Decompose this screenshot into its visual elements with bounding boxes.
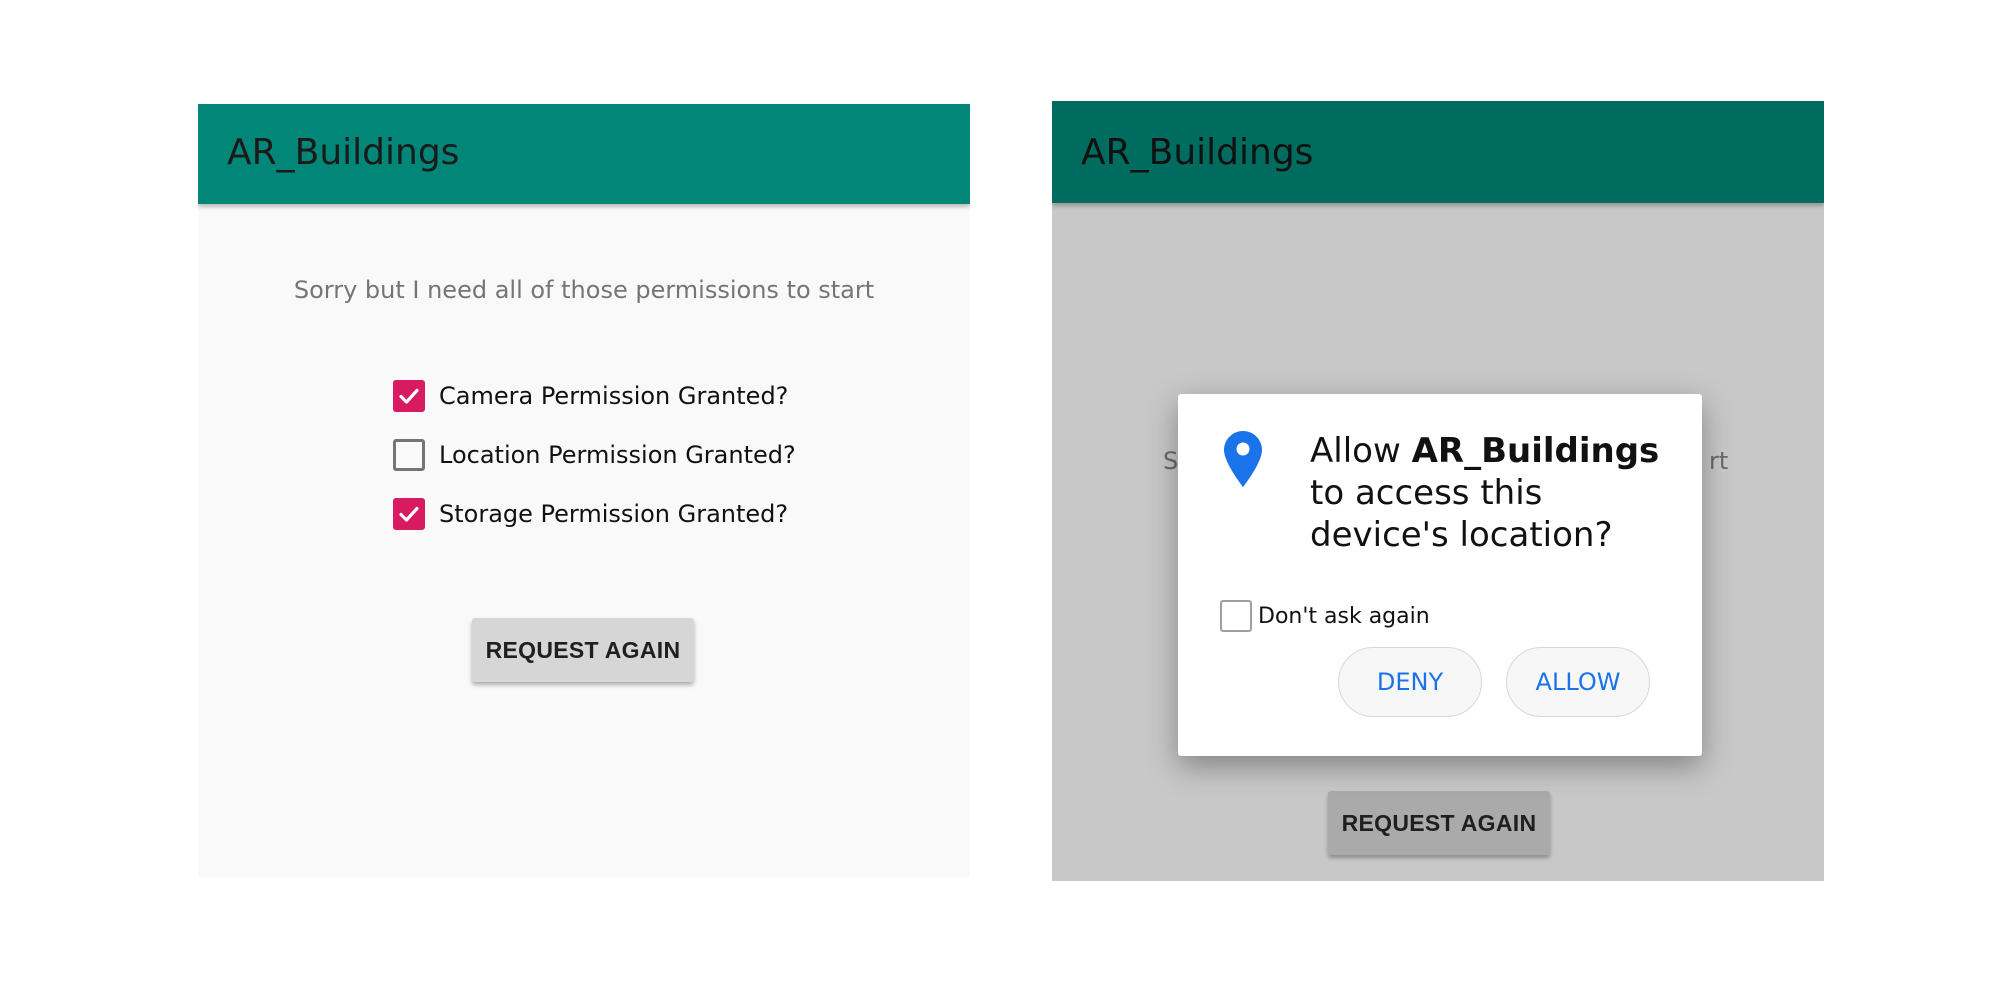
dialog-app-name: AR_Buildings <box>1411 431 1660 471</box>
app-bar: AR_Buildings <box>1052 101 1824 203</box>
storage-permission-row[interactable]: Storage Permission Granted? <box>393 497 788 531</box>
camera-permission-checkbox[interactable] <box>393 380 425 412</box>
permissions-message: Sorry but I need all of those permission… <box>293 276 875 304</box>
dialog-title-prefix: Allow <box>1310 431 1412 471</box>
deny-button[interactable]: DENY <box>1338 647 1482 717</box>
request-again-button[interactable]: REQUEST AGAIN <box>1328 791 1550 855</box>
app-title: AR_Buildings <box>1081 132 1314 173</box>
storage-permission-checkbox[interactable] <box>393 498 425 530</box>
permissions-message-start: S <box>1163 447 1179 475</box>
location-pin-icon <box>1224 431 1262 487</box>
app-title: AR_Buildings <box>227 132 460 173</box>
dont-ask-again-row[interactable]: Don't ask again <box>1220 600 1430 632</box>
allow-button[interactable]: ALLOW <box>1506 647 1650 717</box>
permissions-message-end: rt <box>1709 447 1729 475</box>
location-permission-checkbox[interactable] <box>393 439 425 471</box>
location-permission-dialog: Allow AR_Buildings to access this device… <box>1178 394 1702 756</box>
dont-ask-again-checkbox[interactable] <box>1220 600 1252 632</box>
dont-ask-again-label: Don't ask again <box>1258 603 1430 629</box>
location-permission-label: Location Permission Granted? <box>439 441 796 469</box>
permission-screen: AR_Buildings Sorry but I need all of tho… <box>198 104 970 878</box>
checkmark-icon <box>399 506 419 522</box>
camera-permission-row[interactable]: Camera Permission Granted? <box>393 379 788 413</box>
app-bar: AR_Buildings <box>198 104 970 204</box>
dialog-title-suffix: to access this device's location? <box>1310 473 1613 555</box>
storage-permission-label: Storage Permission Granted? <box>439 500 789 528</box>
checkmark-icon <box>399 388 419 404</box>
permission-dialog-screen: AR_Buildings S rt REQUEST AGAIN Allow AR… <box>1052 101 1824 881</box>
dialog-title: Allow AR_Buildings to access this device… <box>1310 430 1682 556</box>
request-again-button[interactable]: REQUEST AGAIN <box>472 618 694 682</box>
camera-permission-label: Camera Permission Granted? <box>439 382 789 410</box>
location-permission-row[interactable]: Location Permission Granted? <box>393 438 796 472</box>
